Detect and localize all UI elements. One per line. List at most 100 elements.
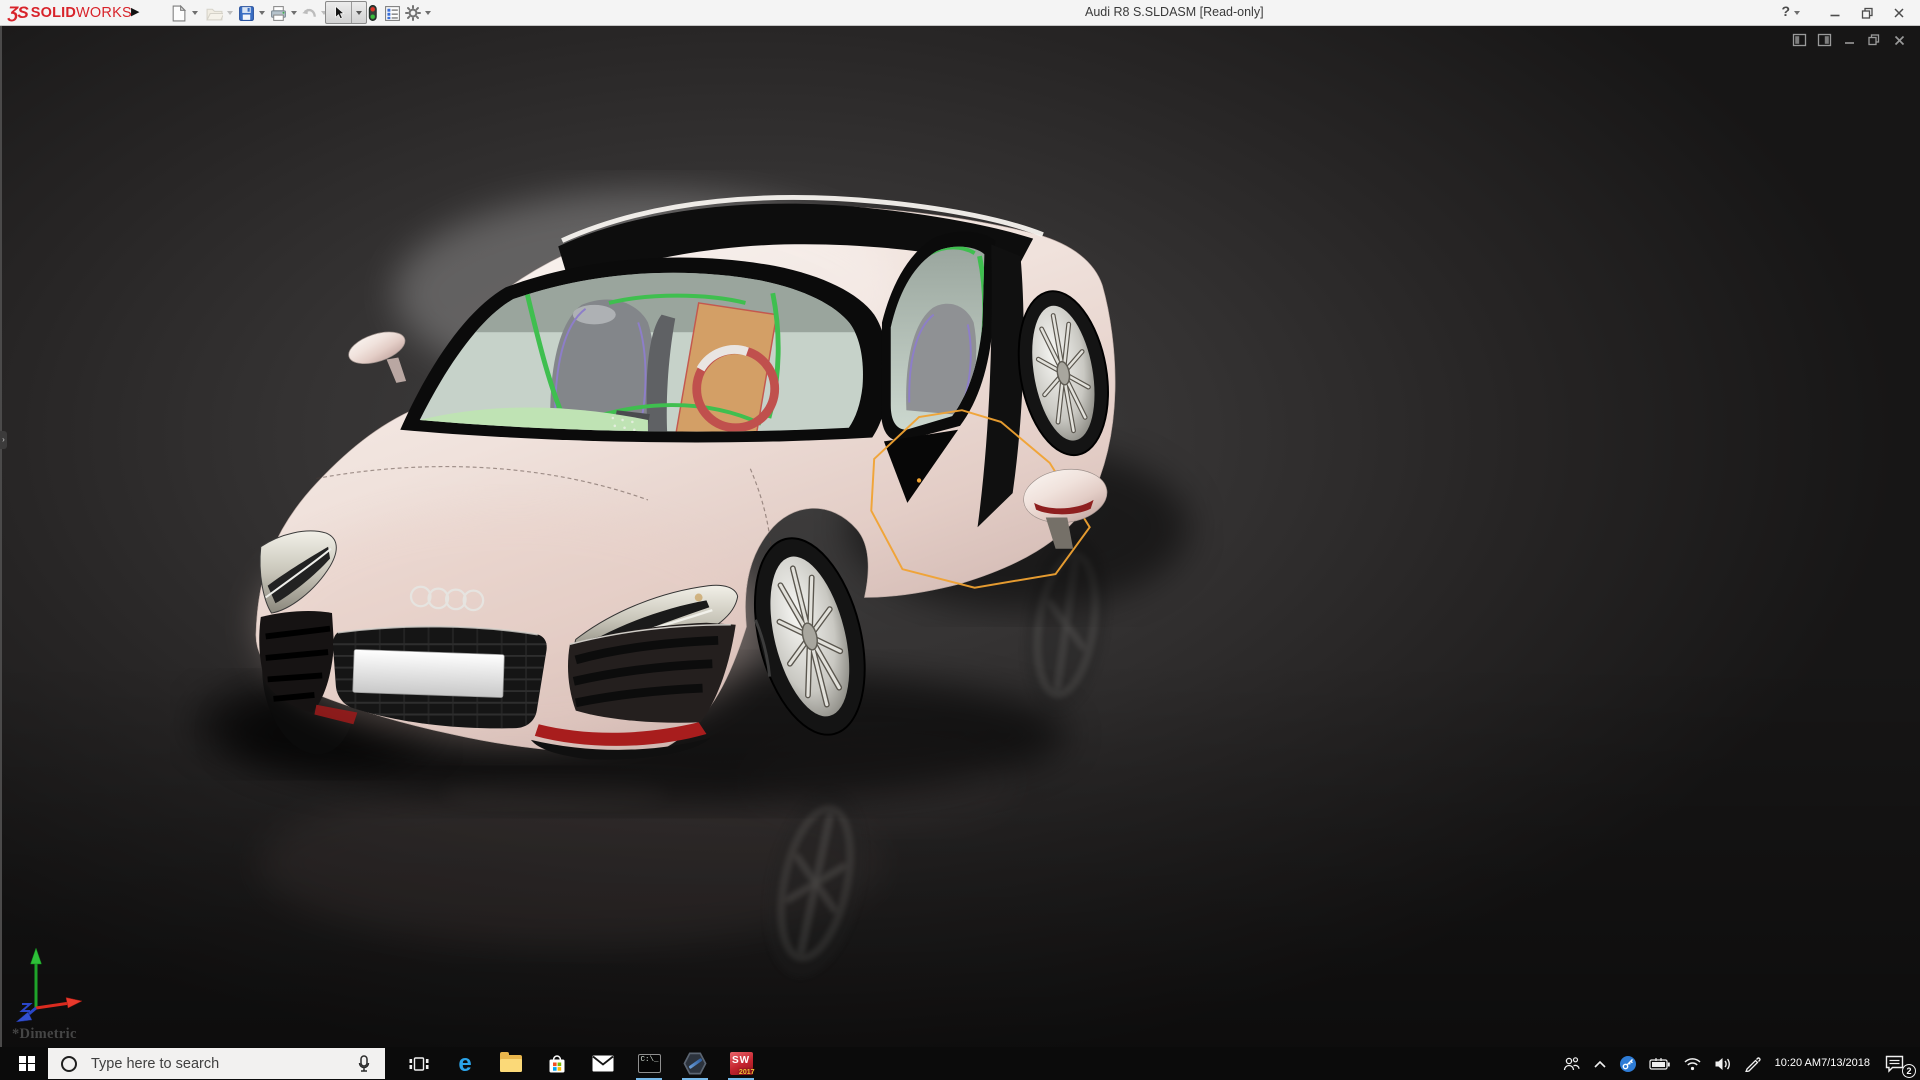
- triad-x-axis: [36, 998, 82, 1009]
- orientation-triad: [12, 946, 92, 1022]
- select-tool-group: [325, 1, 367, 24]
- taskbar-app-edge[interactable]: e: [442, 1047, 488, 1080]
- new-document-icon: [170, 5, 187, 22]
- view-orientation-label: *Dimetric: [12, 1026, 77, 1043]
- document-title: Audi R8 S.SLDASM [Read-only]: [1085, 5, 1264, 19]
- tray-time: 10:20 AM: [1775, 1057, 1821, 1070]
- microsoft-store-icon: [546, 1053, 568, 1075]
- taskbar-app-store[interactable]: [534, 1047, 580, 1080]
- windows-logo-icon: [19, 1056, 35, 1072]
- save-dropdown[interactable]: [259, 11, 265, 15]
- start-button[interactable]: [10, 1047, 44, 1080]
- file-properties-icon: [384, 5, 401, 22]
- undo-arrow-icon: [301, 5, 318, 22]
- undo-button: [299, 3, 319, 23]
- open-button: [204, 3, 224, 23]
- solidworks-logo: ƷS SOLID WORKS: [8, 3, 132, 23]
- taskbar-app-edrawings[interactable]: [672, 1047, 718, 1080]
- open-folder-icon: [206, 5, 223, 22]
- right-pane-icon: [1817, 33, 1832, 47]
- speaker-icon: [1714, 1056, 1732, 1072]
- wifi-icon: [1683, 1056, 1702, 1071]
- windows-ink-button[interactable]: [1738, 1047, 1767, 1080]
- featuremanager-collapsed-splitter[interactable]: [0, 26, 2, 1047]
- triad-y-axis: [31, 948, 42, 1008]
- pen-icon: [1744, 1055, 1761, 1072]
- battery-icon: [1649, 1057, 1671, 1071]
- featuremanager-expand-arrow[interactable]: ›: [0, 431, 7, 449]
- file-properties-button[interactable]: [382, 3, 402, 23]
- taskbar-clock[interactable]: 10:20 AM 7/13/2018: [1767, 1047, 1878, 1080]
- print-button[interactable]: [268, 3, 288, 23]
- left-pane-icon: [1792, 33, 1807, 47]
- toolbar-flyout-arrow-icon[interactable]: ▶: [131, 5, 139, 18]
- edrawings-icon: [683, 1052, 707, 1076]
- select-cursor-icon: [331, 5, 346, 20]
- app-close-button[interactable]: [1886, 3, 1912, 23]
- triad-z-axis: [16, 1004, 36, 1022]
- tray-key-app-button[interactable]: [1613, 1047, 1643, 1080]
- license-plate[interactable]: [353, 649, 505, 697]
- close-icon: [1893, 7, 1905, 19]
- taskbar-app-file-explorer[interactable]: [488, 1047, 534, 1080]
- volume-button[interactable]: [1708, 1047, 1738, 1080]
- app-restore-button[interactable]: [1854, 3, 1880, 23]
- people-icon: [1561, 1056, 1581, 1072]
- graphics-viewport[interactable]: ›: [0, 26, 1920, 1047]
- options-dropdown[interactable]: [425, 11, 431, 15]
- command-prompt-icon: C:\_: [638, 1054, 661, 1073]
- network-button[interactable]: [1677, 1047, 1708, 1080]
- open-dropdown: [227, 11, 233, 15]
- system-tray: 10:20 AM 7/13/2018 2: [1555, 1047, 1920, 1080]
- tray-date: 7/13/2018: [1821, 1057, 1870, 1070]
- select-tool-button[interactable]: [326, 2, 352, 23]
- solidworks-2017-icon: SW 2017: [730, 1052, 753, 1075]
- battery-button[interactable]: [1643, 1047, 1677, 1080]
- close-icon: [1893, 34, 1906, 47]
- key-app-icon: [1619, 1055, 1637, 1073]
- new-document-dropdown[interactable]: [192, 11, 198, 15]
- taskbar-app-icons: e: [396, 1047, 764, 1080]
- taskbar-app-mail[interactable]: [580, 1047, 626, 1080]
- model-render-audi-r8[interactable]: [0, 26, 1920, 1047]
- desktop-screen: ƷS SOLID WORKS ▶: [0, 0, 1920, 1080]
- minimize-icon: [1829, 7, 1841, 19]
- printer-icon: [270, 5, 287, 22]
- print-dropdown[interactable]: [291, 11, 297, 15]
- help-dropdown[interactable]: [1794, 11, 1800, 15]
- doc-close-button[interactable]: [1890, 32, 1908, 48]
- doc-minimize-button[interactable]: [1840, 32, 1858, 48]
- rebuild-trafficlight-icon: [364, 4, 381, 22]
- show-right-pane-button[interactable]: [1815, 32, 1833, 48]
- show-left-pane-button[interactable]: [1790, 32, 1808, 48]
- mail-icon: [591, 1054, 615, 1073]
- app-minimize-button[interactable]: [1822, 3, 1848, 23]
- taskbar-search-input[interactable]: Type here to search: [48, 1048, 385, 1079]
- people-button[interactable]: [1555, 1047, 1587, 1080]
- action-center-button[interactable]: 2: [1878, 1047, 1920, 1080]
- solidworks-logo-glyph: ƷS: [8, 3, 28, 23]
- tray-overflow-button[interactable]: [1587, 1047, 1613, 1080]
- gear-icon: [404, 4, 422, 22]
- mirror-left[interactable]: [345, 326, 409, 383]
- doc-restore-button[interactable]: [1865, 32, 1883, 48]
- notification-badge: 2: [1902, 1064, 1916, 1078]
- rebuild-button[interactable]: [362, 3, 382, 23]
- restore-icon: [1861, 7, 1874, 20]
- taskbar-app-solidworks[interactable]: SW 2017: [718, 1047, 764, 1080]
- help-button[interactable]: ?: [1781, 3, 1800, 19]
- new-document-button[interactable]: [168, 3, 188, 23]
- task-view-icon: [408, 1054, 430, 1074]
- options-button[interactable]: [403, 3, 423, 23]
- microphone-icon[interactable]: [355, 1054, 373, 1074]
- cortana-icon: [61, 1056, 77, 1072]
- file-explorer-icon: [500, 1055, 522, 1072]
- taskbar-app-command-prompt[interactable]: C:\_: [626, 1047, 672, 1080]
- save-floppy-icon: [238, 5, 255, 22]
- document-window-controls: [1790, 32, 1908, 48]
- task-view-button[interactable]: [396, 1047, 442, 1080]
- windows-taskbar: Type here to search e: [0, 1047, 1920, 1080]
- solidworks-titlebar: ƷS SOLID WORKS ▶: [0, 0, 1920, 26]
- save-button[interactable]: [236, 3, 256, 23]
- edge-icon: e: [458, 1052, 471, 1076]
